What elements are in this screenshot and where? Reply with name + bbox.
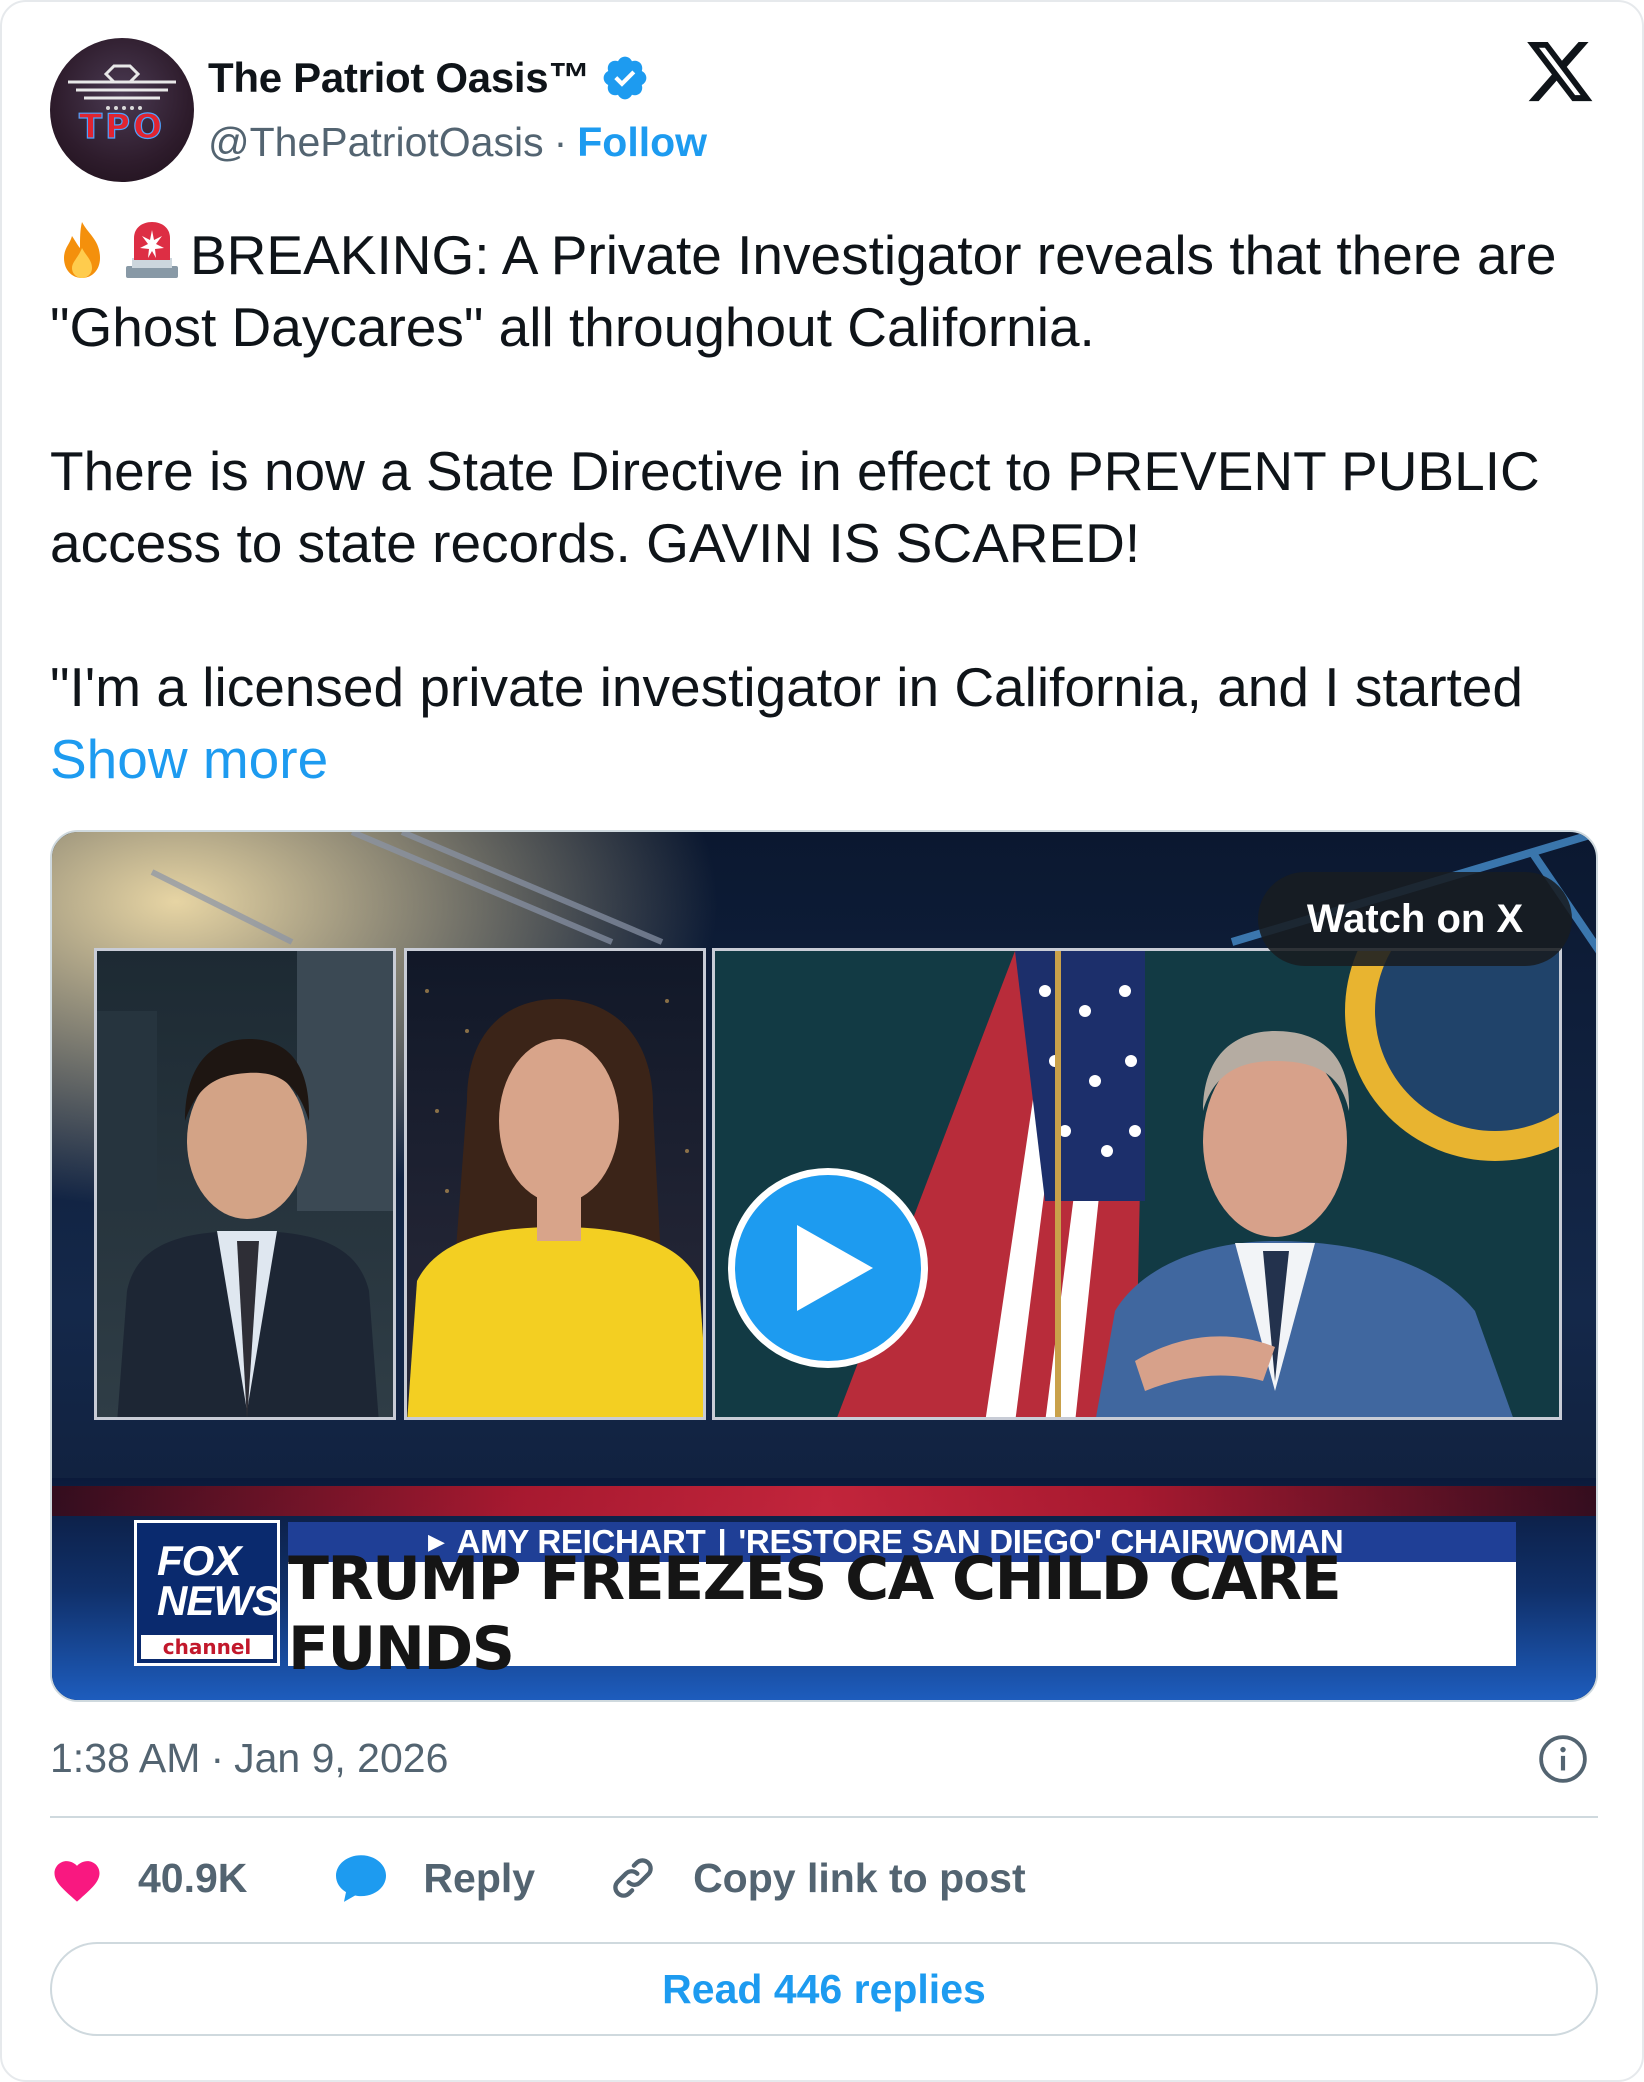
logo-line-2: NEWS	[157, 1577, 280, 1624]
video-media[interactable]: FOX NEWS channel ▶ AMY REICHART | 'RESTO…	[50, 830, 1598, 1702]
post-time[interactable]: 1:38 AM	[50, 1735, 200, 1782]
show-more-link[interactable]: Show more	[50, 728, 328, 790]
tweet-paragraph-3-text: "I'm a licensed private investigator in …	[50, 656, 1523, 718]
heart-icon	[54, 1861, 100, 1902]
handle-row: @ThePatriotOasis · Follow	[208, 114, 707, 170]
tweet-paragraph-1: BREAKING: A Private Investigator reveals…	[50, 218, 1610, 363]
x-logo-icon[interactable]	[1527, 42, 1595, 104]
author-name-row[interactable]: The Patriot Oasis™	[208, 50, 650, 106]
logo-channel-label: channel	[141, 1635, 273, 1659]
read-replies-button[interactable]: Read 446 replies	[50, 1942, 1598, 2036]
fire-emoji-icon	[64, 222, 100, 278]
host-image	[97, 951, 393, 1417]
like-button[interactable]: 40.9K	[50, 1854, 247, 1902]
copy-link-label: Copy link to post	[693, 1854, 1026, 1901]
guest-video-panel	[404, 948, 706, 1420]
divider	[50, 1816, 1598, 1818]
reply-bubble-icon	[336, 1855, 387, 1902]
watch-on-x-button[interactable]: Watch on X	[1258, 872, 1572, 966]
tpo-logo-icon: TPO	[68, 64, 176, 148]
link-icon	[613, 1858, 653, 1898]
play-button[interactable]	[728, 1168, 928, 1368]
info-icon[interactable]	[1538, 1734, 1588, 1784]
post-timestamp[interactable]: 1:38 AM · Jan 9, 2026	[50, 1728, 448, 1788]
lower-third-red-stripe	[52, 1486, 1596, 1516]
svg-text:TPO: TPO	[79, 107, 165, 147]
fox-news-logo: FOX NEWS channel	[134, 1520, 280, 1666]
author-avatar[interactable]: TPO	[50, 38, 194, 182]
tweet-paragraph-2: There is now a State Directive in effect…	[50, 440, 1540, 574]
reply-button[interactable]: Reply	[333, 1853, 535, 1903]
like-count: 40.9K	[138, 1854, 248, 1901]
copy-link-button[interactable]: Copy link to post	[607, 1852, 1026, 1904]
host-video-panel	[94, 948, 396, 1420]
play-icon	[797, 1225, 873, 1311]
author-name[interactable]: The Patriot Oasis™	[208, 54, 590, 102]
verified-badge-icon	[603, 56, 647, 100]
timestamp-separator: ·	[210, 1734, 225, 1781]
follow-button[interactable]: Follow	[577, 119, 707, 166]
tweet-text: BREAKING: A Private Investigator reveals…	[50, 218, 1610, 795]
handle-separator: ·	[553, 118, 568, 165]
tweet-paragraph-1-text: BREAKING: A Private Investigator reveals…	[50, 224, 1557, 358]
post-date[interactable]: Jan 9, 2026	[234, 1735, 448, 1782]
logo-line-1: FOX	[157, 1537, 241, 1584]
tweet-paragraph-3: "I'm a licensed private investigator in …	[50, 651, 1610, 795]
chyron-headline: TRUMP FREEZES CA CHILD CARE FUNDS	[288, 1544, 1516, 1684]
fox-news-logo-text: FOX NEWS	[137, 1523, 280, 1635]
author-handle[interactable]: @ThePatriotOasis	[208, 119, 544, 166]
guest-image	[407, 989, 703, 1417]
action-bar: 40.9K Reply Copy link to post	[50, 1848, 1026, 1908]
tweet-embed-card: TPO The Patriot Oasis™ @ThePatriotOasis …	[0, 0, 1644, 2082]
police-light-emoji-icon	[126, 222, 178, 278]
reply-label: Reply	[423, 1854, 536, 1901]
